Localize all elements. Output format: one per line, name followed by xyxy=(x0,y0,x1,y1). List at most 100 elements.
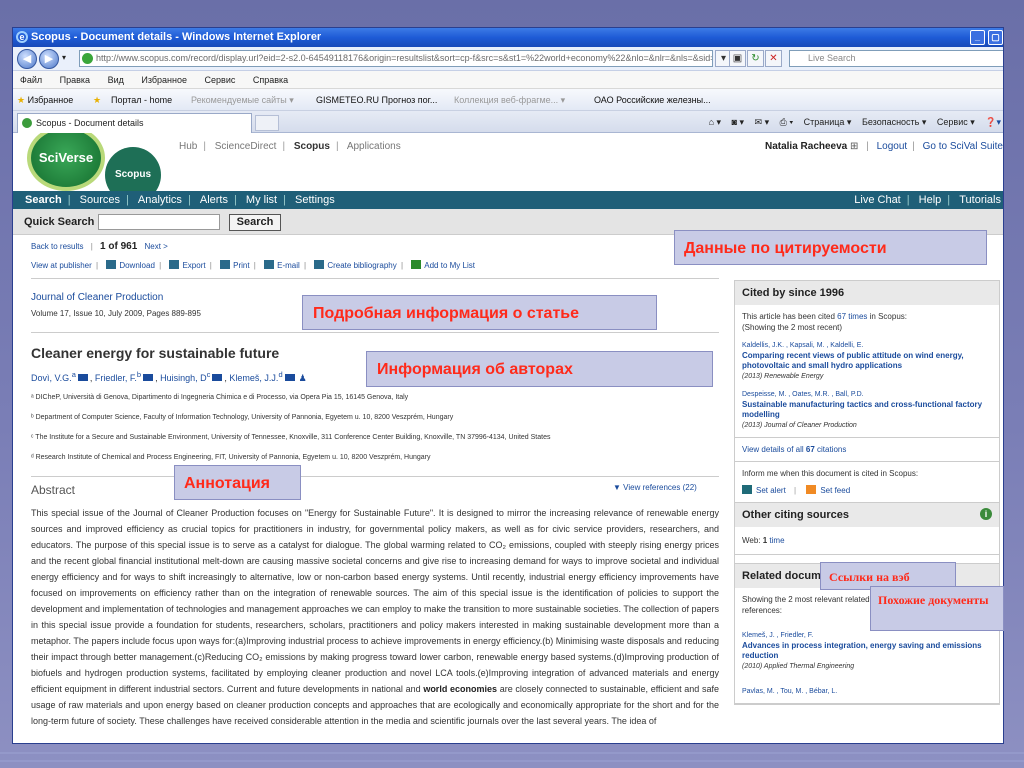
person-icon[interactable]: ♟ xyxy=(299,373,307,383)
link-scopus[interactable]: Scopus xyxy=(294,141,330,152)
scival-link[interactable]: Go to SciVal Suite xyxy=(923,141,1003,152)
chevron-down-icon: ▼ xyxy=(613,483,621,492)
related-authors[interactable]: Pavlas, M. , Tou, M. , Bébar, L. xyxy=(742,686,992,697)
nav-my-list[interactable]: My list xyxy=(246,194,277,206)
favorite-suggested-sites[interactable]: Рекомендуемые сайты ▾ xyxy=(191,89,294,110)
favorite-gismeteo[interactable]: GISMETEO.RU Прогноз пог... xyxy=(316,89,437,110)
forward-icon[interactable]: ▶ xyxy=(39,49,59,69)
nav-sources[interactable]: Sources xyxy=(80,194,120,206)
favorite-web-slices[interactable]: Коллекция веб-фрагме... ▾ xyxy=(454,89,565,110)
url-text: http://www.scopus.com/record/display.url… xyxy=(96,53,713,63)
link-hub[interactable]: Hub xyxy=(179,141,197,152)
new-tab-button[interactable] xyxy=(255,115,279,131)
journal-link[interactable]: Journal of Cleaner Production xyxy=(31,292,163,303)
sciverse-logo[interactable]: SciVerse xyxy=(27,133,105,191)
favorite-rzd[interactable]: ОАО Российские железны... xyxy=(594,89,711,110)
nav-analytics[interactable]: Analytics xyxy=(138,194,182,206)
add-favorite-icon[interactable]: ★ xyxy=(93,89,101,110)
home-icon[interactable]: ⌂ ▾ xyxy=(709,117,721,127)
favorites-button[interactable]: ★ Избранное xyxy=(17,89,73,110)
view-references-link[interactable]: ▼ View references (22) xyxy=(613,483,697,492)
menu-favorites[interactable]: Избранное xyxy=(141,75,187,85)
nav-help[interactable]: Help xyxy=(919,194,942,206)
menu-file[interactable]: Файл xyxy=(20,75,42,85)
nav-live-chat[interactable]: Live Chat xyxy=(854,194,900,206)
volume-info: Volume 17, Issue 10, July 2009, Pages 88… xyxy=(31,309,201,318)
tab-scopus[interactable]: Scopus - Document details xyxy=(17,113,252,133)
back-to-results-link[interactable]: Back to results xyxy=(31,242,83,251)
link-applications[interactable]: Applications xyxy=(347,141,401,152)
refresh-icon[interactable]: ↻ xyxy=(747,50,764,67)
menu-tools[interactable]: Сервис xyxy=(205,75,236,85)
rss-icon xyxy=(806,485,817,494)
url-input[interactable]: http://www.scopus.com/record/display.url… xyxy=(79,50,713,67)
live-search-input[interactable]: Live Search xyxy=(789,50,1003,67)
cited-count-link[interactable]: 67 times xyxy=(837,312,867,321)
export-link[interactable]: Export xyxy=(182,261,205,270)
nav-search[interactable]: Search xyxy=(25,194,62,206)
email-icon[interactable] xyxy=(284,374,295,381)
view-at-publisher-link[interactable]: View at publisher xyxy=(31,261,92,270)
author-list: Dovì, V.G.a, Friedler, F.b, Huisingh, Dc… xyxy=(31,370,307,383)
citation-title[interactable]: Sustainable manufacturing tactics and cr… xyxy=(742,400,992,420)
link-sciencedirect[interactable]: ScienceDirect xyxy=(215,141,277,152)
affiliation: ᶜ The Institute for a Secure and Sustain… xyxy=(31,434,551,441)
history-dropdown-icon[interactable]: ▾ xyxy=(62,53,66,62)
minimize-button[interactable]: _ xyxy=(970,30,985,45)
quick-search-button[interactable]: Search xyxy=(229,214,281,231)
author-link[interactable]: Klemeš, J.J. xyxy=(229,373,278,383)
citation-authors[interactable]: Despeisse, M. , Oates, M.R. , Ball, P.D. xyxy=(742,389,992,400)
related-authors[interactable]: Klemeš, J. , Friedler, F. xyxy=(742,630,992,641)
favorite-portal[interactable]: Портал - home xyxy=(111,89,172,110)
nav-alerts[interactable]: Alerts xyxy=(200,194,228,206)
stop-icon[interactable]: ✕ xyxy=(765,50,782,67)
set-alert-link[interactable]: Set alert xyxy=(756,486,786,495)
maximize-button[interactable]: ▢ xyxy=(988,30,1003,45)
page-menu[interactable]: Страница ▾ xyxy=(804,117,852,127)
help-icon[interactable]: ❓▾ xyxy=(985,117,1001,127)
email-link[interactable]: E-mail xyxy=(277,261,300,270)
quick-search-input[interactable] xyxy=(98,214,220,230)
email-icon[interactable] xyxy=(212,374,223,381)
back-icon[interactable]: ◀ xyxy=(17,49,37,69)
author-link[interactable]: Huisingh, D xyxy=(160,373,207,383)
email-icon[interactable] xyxy=(77,374,88,381)
download-link[interactable]: Download xyxy=(119,261,155,270)
mail-icon[interactable]: ✉ ▾ xyxy=(755,117,770,127)
quick-search-label: Quick Search xyxy=(24,216,95,228)
logout-link[interactable]: Logout xyxy=(877,141,908,152)
tools-menu[interactable]: Сервис ▾ xyxy=(937,117,975,127)
affiliation: ᵈ Research Institute of Chemical and Pro… xyxy=(31,454,431,461)
author-link[interactable]: Friedler, F. xyxy=(95,373,137,383)
print-link[interactable]: Print xyxy=(233,261,249,270)
create-bibliography-link[interactable]: Create bibliography xyxy=(327,261,396,270)
feeds-icon[interactable]: ◙ ▾ xyxy=(732,117,744,127)
web-time-link[interactable]: time xyxy=(767,536,784,545)
nav-settings[interactable]: Settings xyxy=(295,194,335,206)
export-icon xyxy=(169,260,180,269)
address-bar: ◀ ▶ ▾ http://www.scopus.com/record/displ… xyxy=(13,47,1003,71)
menu-help[interactable]: Справка xyxy=(253,75,288,85)
add-to-my-list-link[interactable]: Add to My List xyxy=(424,261,475,270)
article-title: Cleaner energy for sustainable future xyxy=(31,345,280,361)
expand-icon[interactable]: ⊞ xyxy=(850,141,861,152)
related-title[interactable]: Advances in process integration, energy … xyxy=(742,641,992,661)
next-link[interactable]: Next > xyxy=(145,242,168,251)
safety-menu[interactable]: Безопасность ▾ xyxy=(862,117,926,127)
annotation-article-info: Подробная информация о статье xyxy=(302,295,657,330)
menu-edit[interactable]: Правка xyxy=(60,75,90,85)
view-all-citations-link[interactable]: View details of all 67 citations xyxy=(742,445,846,454)
nav-right: Live Chat | Help | Tutorials xyxy=(854,194,1001,206)
citation-title[interactable]: Comparing recent views of public attitud… xyxy=(742,351,992,371)
info-icon[interactable]: i xyxy=(980,508,992,520)
menu-view[interactable]: Вид xyxy=(108,75,124,85)
other-citing-box: Other citing sources i Web: 1 time xyxy=(735,503,999,555)
citation-authors[interactable]: Kaldellis, J.K. , Kapsali, M. , Kaldelli… xyxy=(742,340,992,351)
set-feed-link[interactable]: Set feed xyxy=(820,486,850,495)
email-icon[interactable] xyxy=(143,374,154,381)
print-icon[interactable]: ⎙ ▾ xyxy=(780,117,793,127)
site-icon xyxy=(82,53,93,64)
compat-view-icon[interactable]: ▣ xyxy=(729,50,746,67)
author-link[interactable]: Dovì, V.G. xyxy=(31,373,72,383)
nav-tutorials[interactable]: Tutorials xyxy=(959,194,1001,206)
